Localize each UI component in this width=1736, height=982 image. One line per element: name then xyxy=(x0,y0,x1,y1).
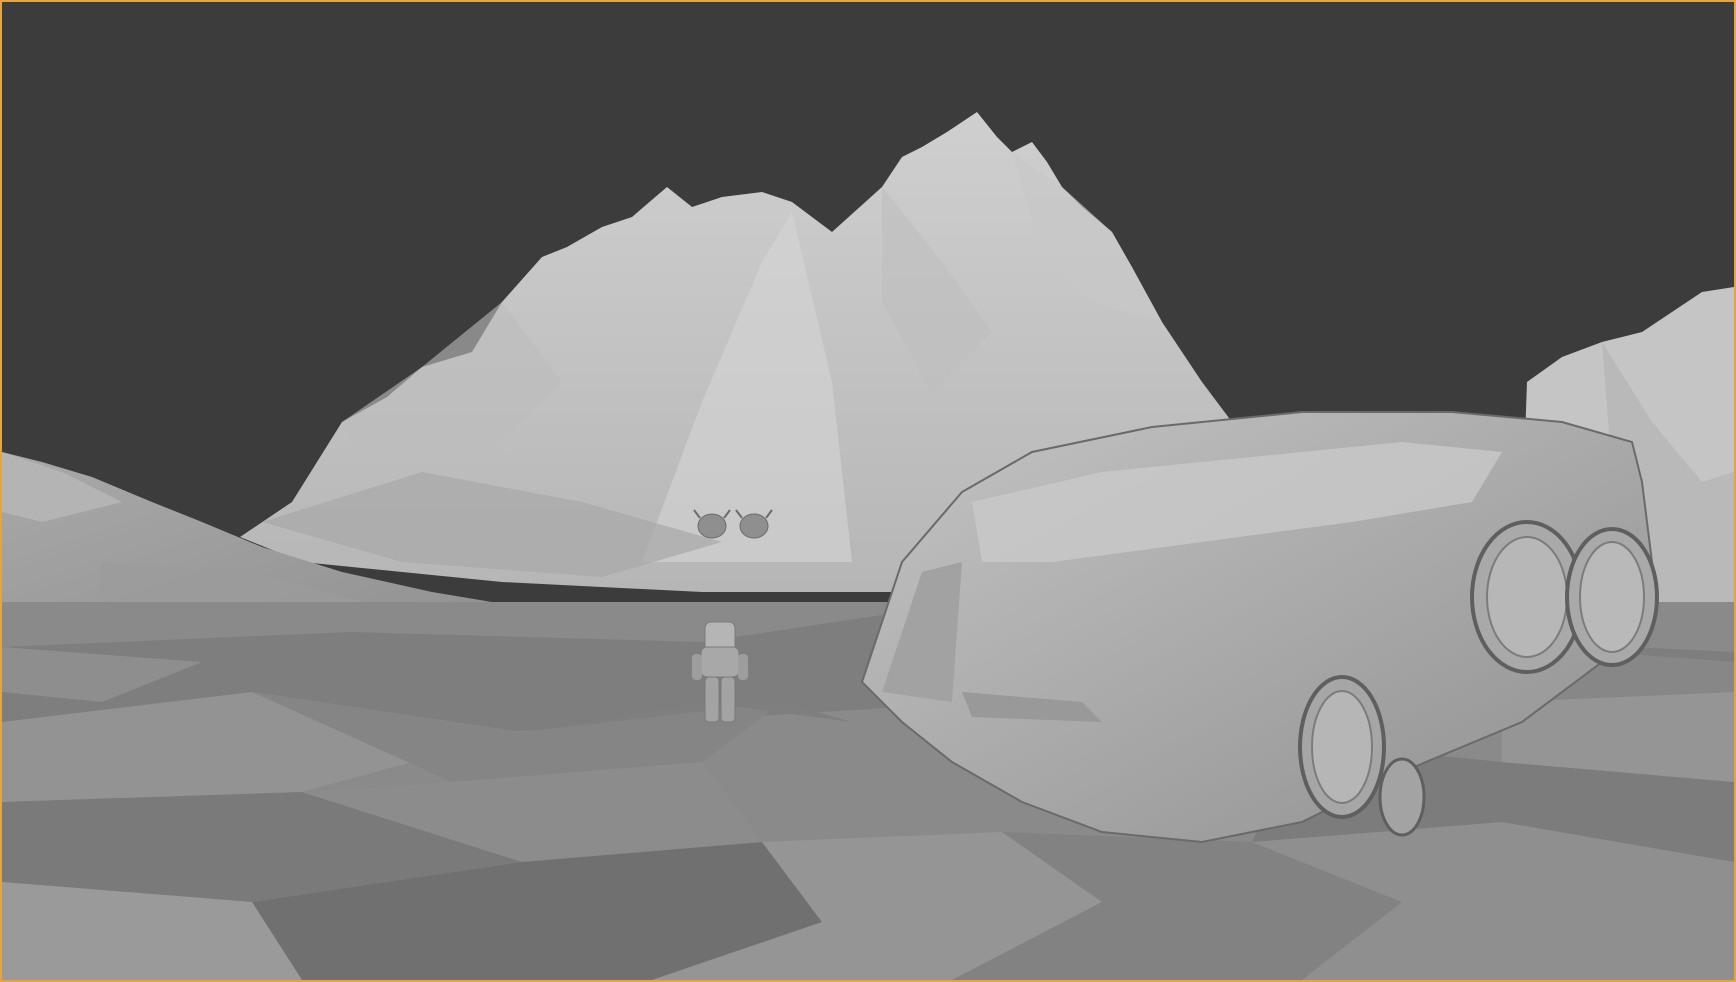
3d-viewport[interactable] xyxy=(0,0,1736,982)
viewport-canvas[interactable] xyxy=(2,2,1734,980)
engine-upper-right xyxy=(1565,527,1659,667)
engine-lower-left xyxy=(1298,675,1386,819)
engine-lower-right xyxy=(1378,757,1426,837)
